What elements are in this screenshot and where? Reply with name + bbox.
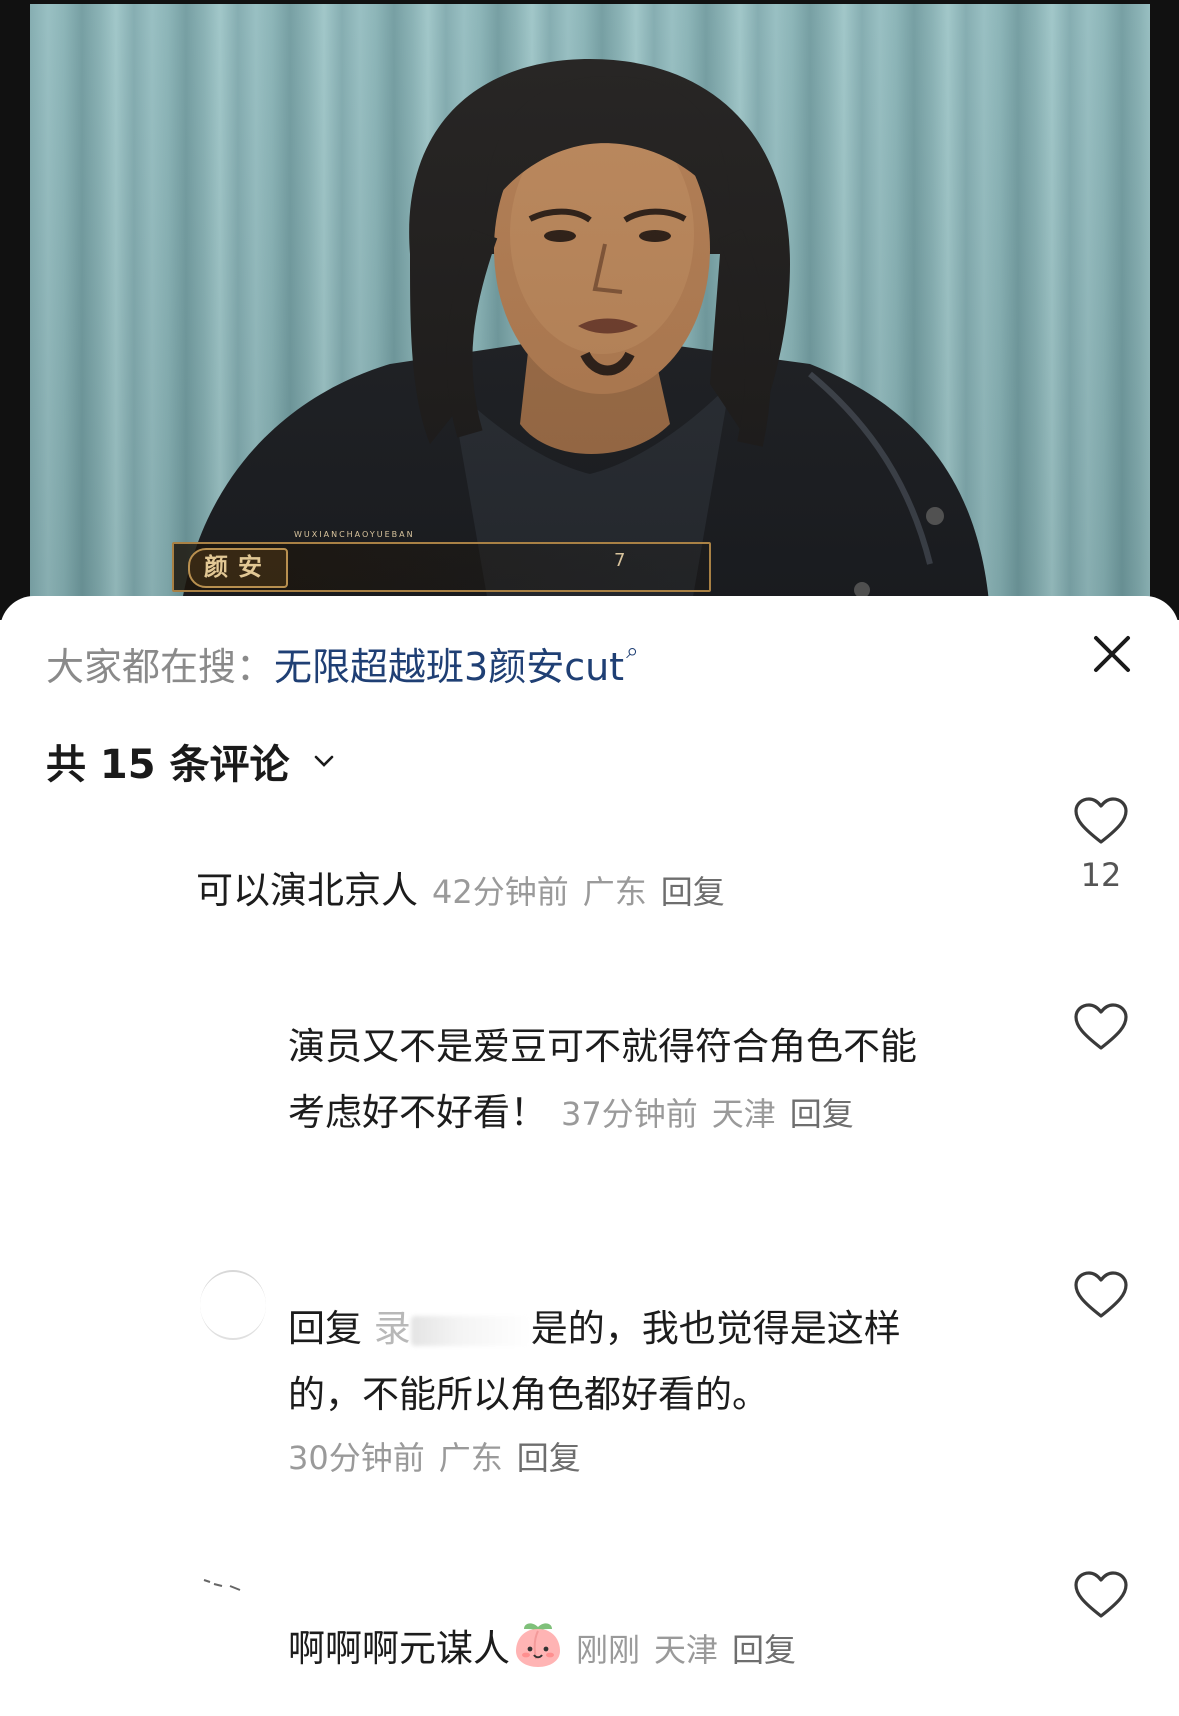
comment-location: 广东 bbox=[582, 873, 647, 911]
heart-icon bbox=[1074, 1571, 1128, 1618]
reply-prefix: 回复 bbox=[288, 1307, 362, 1350]
comment-body: 演员又不是爱豆可不就得符合角色不能 考虑好不好看！ 37分钟前 天津 回复 bbox=[288, 1014, 917, 1147]
comment-meta: 刚刚 天津 回复 bbox=[576, 1631, 796, 1669]
reply-button[interactable]: 回复 bbox=[790, 1095, 854, 1133]
like-button[interactable] bbox=[1066, 1002, 1136, 1052]
comment-time: 刚刚 bbox=[576, 1631, 641, 1669]
reply-button[interactable]: 回复 bbox=[517, 1439, 581, 1477]
search-icon: ⌕ bbox=[626, 639, 639, 664]
comment-body: 回复 录是的，我也觉得是这样 的，不能所以角色都好看的。 30分钟前 广东 回复 bbox=[288, 1296, 901, 1488]
comment-text-line: 演员又不是爱豆可不就得符合角色不能 bbox=[288, 1025, 917, 1068]
avatar[interactable] bbox=[70, 868, 154, 952]
comment-meta: 42分钟前 广东 回复 bbox=[432, 873, 725, 911]
like-button[interactable]: 12 bbox=[1066, 796, 1136, 894]
like-button[interactable] bbox=[1066, 1270, 1136, 1320]
like-button[interactable] bbox=[1066, 1570, 1136, 1620]
reply-button[interactable]: 回复 bbox=[661, 873, 725, 911]
peach-emoji-icon bbox=[512, 1619, 564, 1690]
avatar[interactable] bbox=[200, 1566, 266, 1632]
comment-time: 37分钟前 bbox=[561, 1095, 698, 1133]
comment-item: 回复 录是的，我也觉得是这样 的，不能所以角色都好看的。 30分钟前 广东 回复 bbox=[0, 1270, 1179, 1502]
name-tag-plate: 颜安 WUXIANCHAOYUEBAN 7 bbox=[172, 530, 711, 592]
redacted-username bbox=[410, 1315, 531, 1346]
comment-text-line: 回复 录 是的，我也觉得是这样 bbox=[288, 1296, 901, 1362]
video-frame: 颜安 WUXIANCHAOYUEBAN 7 bbox=[30, 4, 1150, 614]
comment-sheet: 大家都在搜：无限超越班3颜安cut⌕ 共 15 条评论 可以演北京人 42分钟前广… bbox=[0, 596, 1179, 1716]
trending-search-prefix: 大家都在搜： bbox=[46, 645, 275, 689]
comment-text-line: 啊啊啊元谋人 刚刚 天津 回复 bbox=[288, 1616, 796, 1690]
comment-count-label: 共 15 条评论 bbox=[46, 742, 290, 788]
comment-text: 考虑好不好看！ bbox=[288, 1091, 547, 1134]
comment-location: 天津 bbox=[711, 1095, 776, 1133]
reply-button[interactable]: 回复 bbox=[732, 1631, 796, 1669]
heart-icon bbox=[1074, 1271, 1128, 1318]
name-tag-label: 颜安 bbox=[188, 548, 288, 588]
heart-icon bbox=[1074, 797, 1128, 844]
like-count: 12 bbox=[1080, 856, 1122, 894]
comment-item: 演员又不是爱豆可不就得符合角色不能 考虑好不好看！ 37分钟前 天津 回复 bbox=[0, 1002, 1179, 1182]
comment-item: 啊啊啊元谋人 刚刚 天津 回复 bbox=[0, 1556, 1179, 1716]
comment-meta: 30分钟前 广东 回复 bbox=[288, 1428, 901, 1488]
avatar[interactable] bbox=[200, 1270, 266, 1340]
comment-time: 30分钟前 bbox=[288, 1439, 425, 1477]
comment-location: 天津 bbox=[654, 1631, 719, 1669]
comment-text: 可以演北京人 bbox=[196, 869, 418, 912]
close-icon[interactable] bbox=[1084, 626, 1140, 682]
comment-time: 42分钟前 bbox=[432, 873, 569, 911]
video-player[interactable]: 颜安 WUXIANCHAOYUEBAN 7 bbox=[0, 0, 1179, 620]
comment-text-line-2: 考虑好不好看！ 37分钟前 天津 回复 bbox=[288, 1080, 917, 1147]
comment-text: 啊啊啊元谋人 bbox=[288, 1627, 510, 1670]
video-person-image bbox=[180, 59, 990, 614]
comment-text-line-2: 的，不能所以角色都好看的。 bbox=[288, 1373, 769, 1416]
comment-meta: 37分钟前 天津 回复 bbox=[561, 1095, 854, 1133]
comment-item: 可以演北京人 42分钟前 广东 回复 12 bbox=[0, 797, 1179, 978]
trending-search-query[interactable]: 无限超越班3颜安cut bbox=[274, 645, 624, 689]
heart-icon bbox=[1074, 1003, 1128, 1050]
comment-text: 是的，我也觉得是这样 bbox=[530, 1307, 901, 1350]
mention-initial[interactable]: 录 bbox=[374, 1307, 411, 1350]
comment-location: 广东 bbox=[438, 1439, 503, 1477]
name-tag-subtext: WUXIANCHAOYUEBAN bbox=[294, 530, 415, 539]
comment-body: 可以演北京人 42分钟前 广东 回复 bbox=[196, 858, 725, 925]
trending-search-row[interactable]: 大家都在搜：无限超越班3颜安cut⌕ bbox=[46, 636, 638, 691]
comment-body: 啊啊啊元谋人 刚刚 天津 回复 bbox=[288, 1616, 796, 1690]
chevron-down-icon bbox=[313, 736, 335, 767]
comment-count-sort[interactable]: 共 15 条评论 bbox=[46, 732, 335, 790]
name-tag-mark: 7 bbox=[614, 550, 626, 571]
avatar[interactable] bbox=[200, 1008, 266, 1074]
